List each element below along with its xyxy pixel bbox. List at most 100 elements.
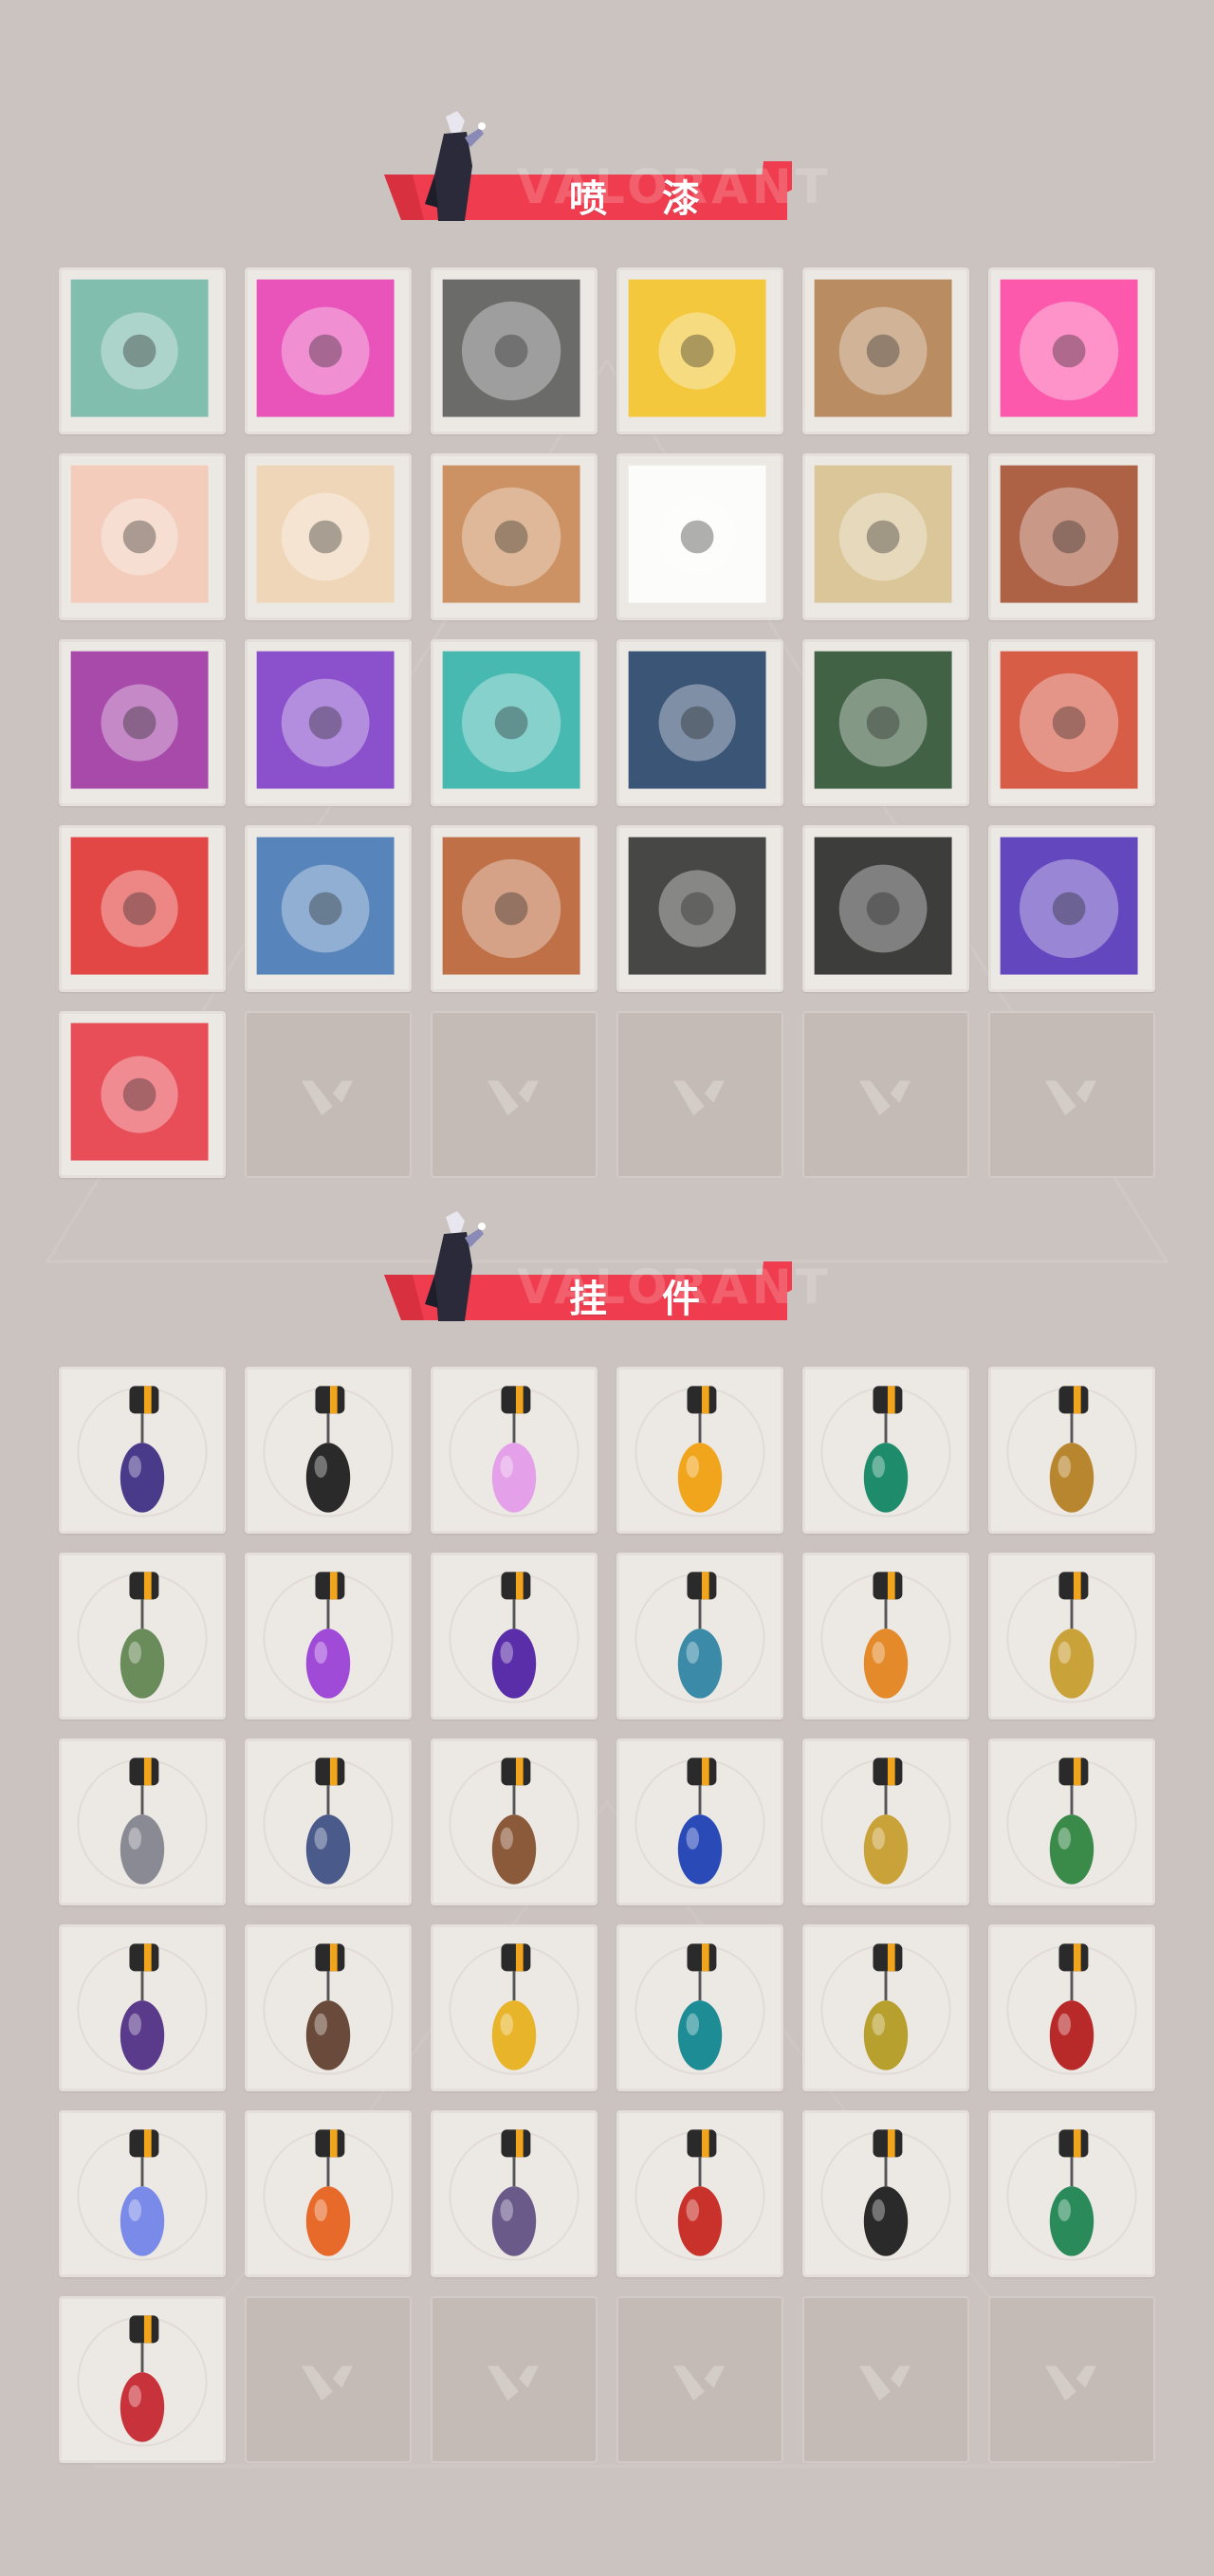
- spray-item[interactable]: [988, 453, 1155, 620]
- red-circle-valorant-logo-spray-icon: [70, 1022, 209, 1161]
- spray-item[interactable]: [802, 453, 969, 620]
- buddy-item[interactable]: [616, 1553, 783, 1720]
- spray-item[interactable]: [616, 453, 783, 620]
- buddy-item[interactable]: [59, 1924, 226, 2091]
- snowflake-buddy-icon: [77, 2129, 208, 2261]
- grinning-purple-face-spray-icon: [70, 651, 209, 789]
- target-box-buddy-icon: [449, 1757, 579, 1889]
- agent-figure-icon: [425, 111, 486, 221]
- valorant-placeholder-icon: [672, 2365, 726, 2401]
- frying-pan-egg-buddy-icon: [1006, 1572, 1137, 1703]
- pink-blue-shark-dragon-spray-icon: [256, 279, 395, 417]
- valorant-placeholder-icon: [1044, 2365, 1097, 2401]
- valorant-watermark-logo: [858, 1080, 911, 1116]
- buddy-item[interactable]: [988, 1367, 1155, 1534]
- spray-item[interactable]: [802, 825, 969, 992]
- empty-spray-slot: [802, 1011, 969, 1178]
- buddy-item[interactable]: [245, 1739, 412, 1905]
- buddy-item[interactable]: [245, 1367, 412, 1534]
- valorant-placeholder-icon: [858, 2365, 911, 2401]
- ep9-medallion-buddy-icon: [77, 1386, 208, 1518]
- gray-cat-buddy-icon: [77, 1757, 208, 1889]
- spray-item[interactable]: [988, 639, 1155, 806]
- ep7-red-medallion-buddy-icon: [635, 2129, 765, 2261]
- peeking-bear-spray-icon: [814, 651, 952, 789]
- masked-agent-face-spray-icon: [628, 651, 766, 789]
- spray-item[interactable]: [59, 453, 226, 620]
- buddy-item[interactable]: [988, 2110, 1155, 2277]
- spray-item[interactable]: [616, 825, 783, 992]
- valorant-watermark-logo: [301, 1080, 354, 1116]
- spray-item[interactable]: [802, 639, 969, 806]
- spray-item[interactable]: [59, 1011, 226, 1178]
- buddy-item[interactable]: [245, 1924, 412, 2091]
- purple-peace-hand-spray-icon: [256, 651, 395, 789]
- empty-spray-slot: [245, 1011, 412, 1178]
- spray-item[interactable]: [431, 639, 598, 806]
- red-fox-mask-spray-icon: [1000, 465, 1138, 603]
- sprays-section-title: 喷 漆: [569, 177, 721, 221]
- buddy-item[interactable]: [616, 1924, 783, 2091]
- spray-item[interactable]: [616, 639, 783, 806]
- buddy-item[interactable]: [245, 1553, 412, 1720]
- spray-item[interactable]: [245, 639, 412, 806]
- buddy-item[interactable]: [431, 1924, 598, 2091]
- buddy-item[interactable]: [59, 1553, 226, 1720]
- buddy-item[interactable]: [616, 1367, 783, 1534]
- spray-item[interactable]: [59, 267, 226, 434]
- ep8-blue-medallion-buddy-icon: [635, 1757, 765, 1889]
- spray-item[interactable]: [988, 825, 1155, 992]
- buddy-item[interactable]: [802, 2110, 969, 2277]
- buddy-item[interactable]: [802, 1367, 969, 1534]
- buddy-item[interactable]: [988, 1924, 1155, 2091]
- spray-item[interactable]: [988, 267, 1155, 434]
- buddy-item[interactable]: [245, 2110, 412, 2277]
- buddy-item[interactable]: [988, 1739, 1155, 1905]
- spray-item[interactable]: [245, 825, 412, 992]
- empty-buddy-slot: [802, 2296, 969, 2463]
- ep8-purple-medallion-buddy-icon: [449, 1572, 579, 1703]
- empty-spray-slot: [431, 1011, 598, 1178]
- spray-item[interactable]: [59, 639, 226, 806]
- campfire-lantern-buddy-icon: [1006, 1757, 1137, 1889]
- purple-graffiti-text-spray-icon: [1000, 837, 1138, 975]
- buddy-item[interactable]: [59, 1367, 226, 1534]
- buddy-item[interactable]: [988, 1553, 1155, 1720]
- buddy-item[interactable]: [431, 1367, 598, 1534]
- agent-figure-icon: [425, 1211, 486, 1321]
- buddy-item[interactable]: [802, 1924, 969, 2091]
- spray-item[interactable]: [431, 453, 598, 620]
- buddy-item[interactable]: [431, 1739, 598, 1905]
- orange-cat-buddy-icon: [820, 1572, 951, 1703]
- woman-with-green-orb-spray-icon: [70, 279, 209, 417]
- lava-lamp-buddy-icon: [449, 1386, 579, 1518]
- buddy-item[interactable]: [431, 2110, 598, 2277]
- empty-buddy-slot: [431, 2296, 598, 2463]
- spray-item[interactable]: [245, 267, 412, 434]
- spray-item[interactable]: [802, 267, 969, 434]
- buddy-item[interactable]: [59, 1739, 226, 1905]
- buddy-item[interactable]: [802, 1553, 969, 1720]
- valorant-watermark-logo: [858, 2365, 911, 2401]
- spray-item[interactable]: [616, 267, 783, 434]
- swirl-glasses-man-spray-icon: [256, 837, 395, 975]
- red-diamond-logo-buddy-icon: [77, 2315, 208, 2447]
- spray-item[interactable]: [59, 825, 226, 992]
- buddy-item[interactable]: [802, 1739, 969, 1905]
- purple-flame-lotus-buddy-icon: [263, 1572, 394, 1703]
- buddy-item[interactable]: [431, 1553, 598, 1720]
- valorant-placeholder-icon: [487, 2365, 540, 2401]
- tassel-buddy-icon: [449, 2129, 579, 2261]
- spray-item[interactable]: [245, 453, 412, 620]
- tribal-mask-buddy-icon: [263, 1943, 394, 2075]
- surprised-white-hair-face-spray-icon: [70, 465, 209, 603]
- mustache-king-spray-icon: [1000, 651, 1138, 789]
- buddy-item[interactable]: [616, 1739, 783, 1905]
- valorant-placeholder-icon: [487, 1080, 540, 1116]
- knife-candy-buddy-icon: [77, 1943, 208, 2075]
- spray-item[interactable]: [431, 267, 598, 434]
- spray-item[interactable]: [431, 825, 598, 992]
- buddy-item[interactable]: [616, 2110, 783, 2277]
- buddy-item[interactable]: [59, 2296, 226, 2463]
- buddy-item[interactable]: [59, 2110, 226, 2277]
